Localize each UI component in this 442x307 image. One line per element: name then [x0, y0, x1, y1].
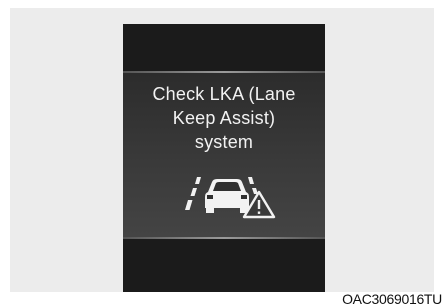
right-lane-dashes	[248, 177, 258, 194]
car-silhouette	[205, 179, 249, 213]
warning-panel: Check LKA (Lane Keep Assist) system	[123, 73, 325, 237]
figure-caption: OAC3069016TU	[342, 291, 442, 307]
lka-warning-graphic	[177, 172, 277, 220]
display-divider-bottom	[123, 237, 325, 239]
warning-message-line2: Keep Assist)	[123, 106, 325, 130]
cluster-display: Check LKA (Lane Keep Assist) system	[123, 24, 325, 292]
warning-message: Check LKA (Lane Keep Assist) system	[123, 82, 325, 154]
left-lane-dashes	[185, 177, 201, 210]
lka-lane-car-icon	[177, 172, 277, 220]
warning-message-line1: Check LKA (Lane	[123, 82, 325, 106]
warning-message-line3: system	[123, 130, 325, 154]
